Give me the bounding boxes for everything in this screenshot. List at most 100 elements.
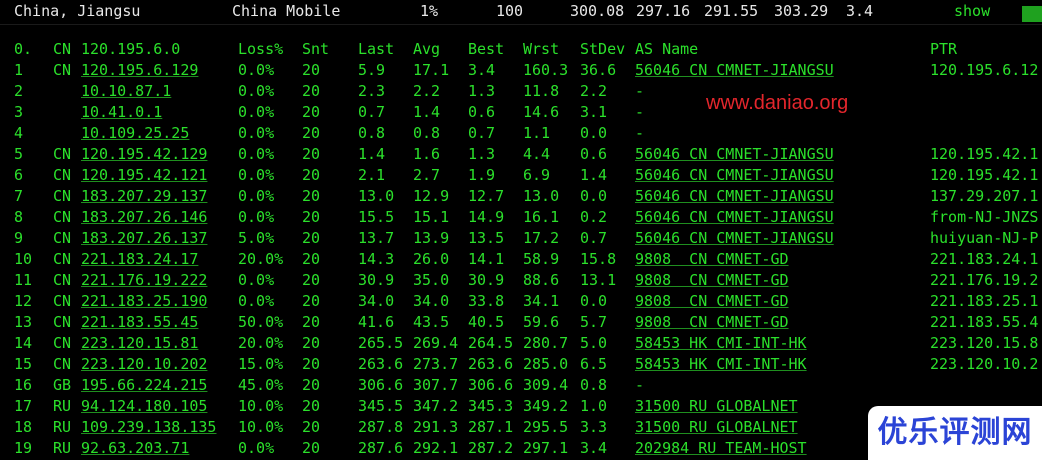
wrst-text: 303.29 [774, 2, 829, 20]
cell-as-name[interactable]: 58453 HK CMI-INT-HK [635, 355, 807, 373]
table-row: 15 CN 223.120.10.202 15.0% 20 263.6 273.7 263.6… [0, 353, 1042, 374]
cell-as-name[interactable]: 56046 CN CMNET-JIANGSU [635, 166, 834, 184]
cell-stdev: 1.0 [580, 397, 608, 415]
cell-country: CN [53, 208, 72, 226]
cell-stdev: 0.0 [580, 124, 608, 142]
cell-host[interactable]: 120.195.6.129 [81, 61, 198, 79]
cell-as-name[interactable]: 56046 CN CMNET-JIANGSU [635, 208, 834, 226]
cell-host[interactable]: 221.183.55.45 [81, 313, 198, 331]
cell-country: RU [53, 418, 72, 436]
cell-avg: 291.3 [413, 418, 459, 436]
cell-wrst: 17.2 [523, 229, 560, 247]
cell-last: 13.0 [358, 187, 395, 205]
cell-as-name[interactable]: 31500 RU GLOBALNET [635, 397, 798, 415]
cell-snt: 20 [302, 292, 321, 310]
cell-hop: 2 [14, 82, 24, 100]
cell-snt: 20 [302, 397, 321, 415]
cell-hop: 4 [14, 124, 24, 142]
cell-as-name[interactable]: 56046 CN CMNET-JIANGSU [635, 187, 834, 205]
cell-last: 345.5 [358, 397, 404, 415]
cell-host[interactable]: 223.120.15.81 [81, 334, 198, 352]
cell-best: 263.6 [468, 355, 514, 373]
cell-last: 34.0 [358, 292, 395, 310]
cell-as-name[interactable]: 31500 RU GLOBALNET [635, 418, 798, 436]
table-row: 6 CN 120.195.42.121 0.0% 20 2.1 2.7 1.9 6.9 1.4 56… [0, 164, 1042, 185]
header-hop: 0. [14, 40, 33, 58]
cell-best: 0.6 [468, 103, 496, 121]
cell-avg: 347.2 [413, 397, 459, 415]
table-row: 2 10.10.87.1 0.0% 20 2.3 2.2 1.3 11.8 2.2 - [0, 80, 1042, 101]
table-row: 7 CN 183.207.29.137 0.0% 20 13.0 12.9 12.7 13.0 0… [0, 185, 1042, 206]
cell-wrst: 1.1 [523, 124, 551, 142]
cell-wrst: 4.4 [523, 145, 551, 163]
cell-country: CN [53, 334, 72, 352]
cell-as-name[interactable]: 56046 CN CMNET-JIANGSU [635, 229, 834, 247]
cell-best: 14.1 [468, 250, 505, 268]
cell-as-name[interactable]: 202984 RU TEAM-HOST [635, 439, 807, 457]
cell-host[interactable]: 183.207.29.137 [81, 187, 207, 205]
cell-as-name[interactable]: 9808 CN CMNET-GD [635, 271, 789, 289]
cell-host[interactable]: 221.183.24.17 [81, 250, 198, 268]
cell-stdev: 3.1 [580, 103, 608, 121]
cell-host[interactable]: 10.10.87.1 [81, 82, 171, 100]
cell-hop: 14 [14, 334, 33, 352]
header-wrst: Wrst [523, 40, 560, 58]
cell-last: 2.1 [358, 166, 386, 184]
cell-snt: 20 [302, 187, 321, 205]
cell-host[interactable]: 221.183.25.190 [81, 292, 207, 310]
cell-host[interactable]: 183.207.26.146 [81, 208, 207, 226]
cell-country: CN [53, 292, 72, 310]
cell-ptr: 120.195.42.1 [930, 145, 1039, 163]
cell-host[interactable]: 120.195.42.129 [81, 145, 207, 163]
cell-country: RU [53, 439, 72, 457]
cell-host[interactable]: 109.239.138.135 [81, 418, 216, 436]
cell-loss: 0.0% [238, 292, 275, 310]
cell-as-name[interactable]: 9808 CN CMNET-GD [635, 250, 789, 268]
cell-wrst: 13.0 [523, 187, 560, 205]
cell-hop: 15 [14, 355, 33, 373]
cell-stdev: 0.6 [580, 145, 608, 163]
cell-host[interactable]: 183.207.26.137 [81, 229, 207, 247]
cell-stdev: 5.0 [580, 334, 608, 352]
cell-host[interactable]: 221.176.19.222 [81, 271, 207, 289]
cell-as-name: - [635, 103, 645, 121]
cell-last: 2.3 [358, 82, 386, 100]
cell-best: 13.5 [468, 229, 505, 247]
cell-host[interactable]: 223.120.10.202 [81, 355, 207, 373]
cell-host[interactable]: 195.66.224.215 [81, 376, 207, 394]
table-header: 0. CN 120.195.6.0 Loss% Snt Last Avg Bes… [0, 38, 1042, 59]
cell-as-name[interactable]: 58453 HK CMI-INT-HK [635, 334, 807, 352]
cell-as-name[interactable]: 9808 CN CMNET-GD [635, 292, 789, 310]
cell-hop: 12 [14, 292, 33, 310]
cell-host[interactable]: 94.124.180.105 [81, 397, 207, 415]
show-button[interactable]: show [954, 2, 990, 20]
cell-avg: 2.7 [413, 166, 441, 184]
cell-as-name[interactable]: 56046 CN CMNET-JIANGSU [635, 145, 834, 163]
summary-bar: China, Jiangsu China Mobile 1% 100 300.0… [0, 0, 1042, 25]
cell-country: CN [53, 229, 72, 247]
cell-host[interactable]: 120.195.42.121 [81, 166, 207, 184]
cell-avg: 43.5 [413, 313, 450, 331]
cell-country: GB [53, 376, 72, 394]
cell-avg: 1.4 [413, 103, 441, 121]
cell-wrst: 88.6 [523, 271, 560, 289]
cell-host[interactable]: 92.63.203.71 [81, 439, 189, 457]
cell-snt: 20 [302, 229, 321, 247]
cell-best: 345.3 [468, 397, 514, 415]
header-loss: Loss% [238, 40, 284, 58]
header-host: 120.195.6.0 [81, 40, 181, 58]
cell-country: CN [53, 355, 72, 373]
cell-host[interactable]: 10.109.25.25 [81, 124, 189, 142]
sent-text: 100 [496, 2, 524, 20]
cell-stdev: 6.5 [580, 355, 608, 373]
cell-hop: 9 [14, 229, 24, 247]
cell-loss: 20.0% [238, 334, 284, 352]
cell-hop: 3 [14, 103, 24, 121]
cell-hop: 19 [14, 439, 33, 457]
cell-snt: 20 [302, 145, 321, 163]
cell-loss: 0.0% [238, 166, 275, 184]
cell-hop: 11 [14, 271, 33, 289]
cell-as-name[interactable]: 9808 CN CMNET-GD [635, 313, 789, 331]
cell-as-name[interactable]: 56046 CN CMNET-JIANGSU [635, 61, 834, 79]
cell-host[interactable]: 10.41.0.1 [81, 103, 162, 121]
